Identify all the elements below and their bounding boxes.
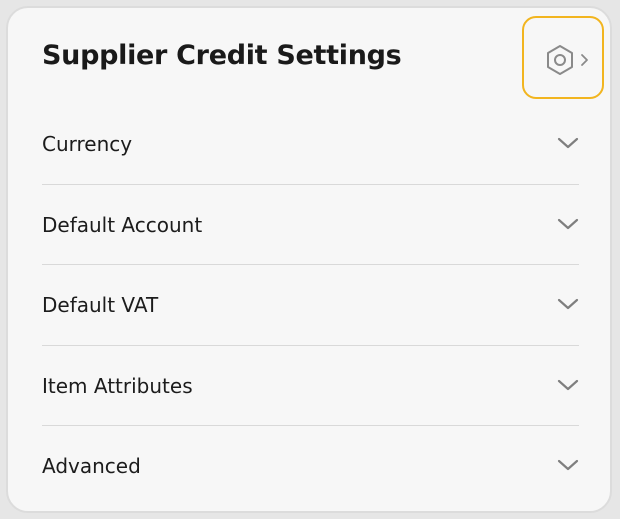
section-default-vat[interactable]: Default VAT — [42, 264, 579, 345]
chevron-down-icon — [557, 137, 579, 149]
settings-button[interactable] — [522, 16, 604, 99]
section-item-attributes[interactable]: Item Attributes — [42, 344, 579, 426]
section-currency[interactable]: Currency — [42, 104, 579, 184]
chevron-down-icon — [557, 379, 579, 390]
section-label: Item Attributes — [42, 373, 193, 398]
section-label: Default Account — [42, 212, 203, 237]
section-label: Advanced — [42, 454, 141, 478]
settings-icon — [547, 45, 588, 75]
chevron-down-icon — [557, 459, 579, 471]
section-label: Default VAT — [42, 293, 159, 317]
section-advanced[interactable]: Advanced — [42, 425, 579, 506]
section-default-account[interactable]: Default Account — [42, 183, 579, 265]
section-label: Currency — [42, 132, 133, 156]
chevron-down-icon — [557, 298, 579, 310]
chevron-down-icon — [557, 218, 579, 229]
panel-title: Supplier Credit Settings — [42, 40, 402, 71]
settings-sections: Currency Default Account Default VAT Ite… — [42, 104, 579, 506]
supplier-credit-settings-panel: Supplier Credit Settings Currency Defaul… — [6, 6, 612, 513]
